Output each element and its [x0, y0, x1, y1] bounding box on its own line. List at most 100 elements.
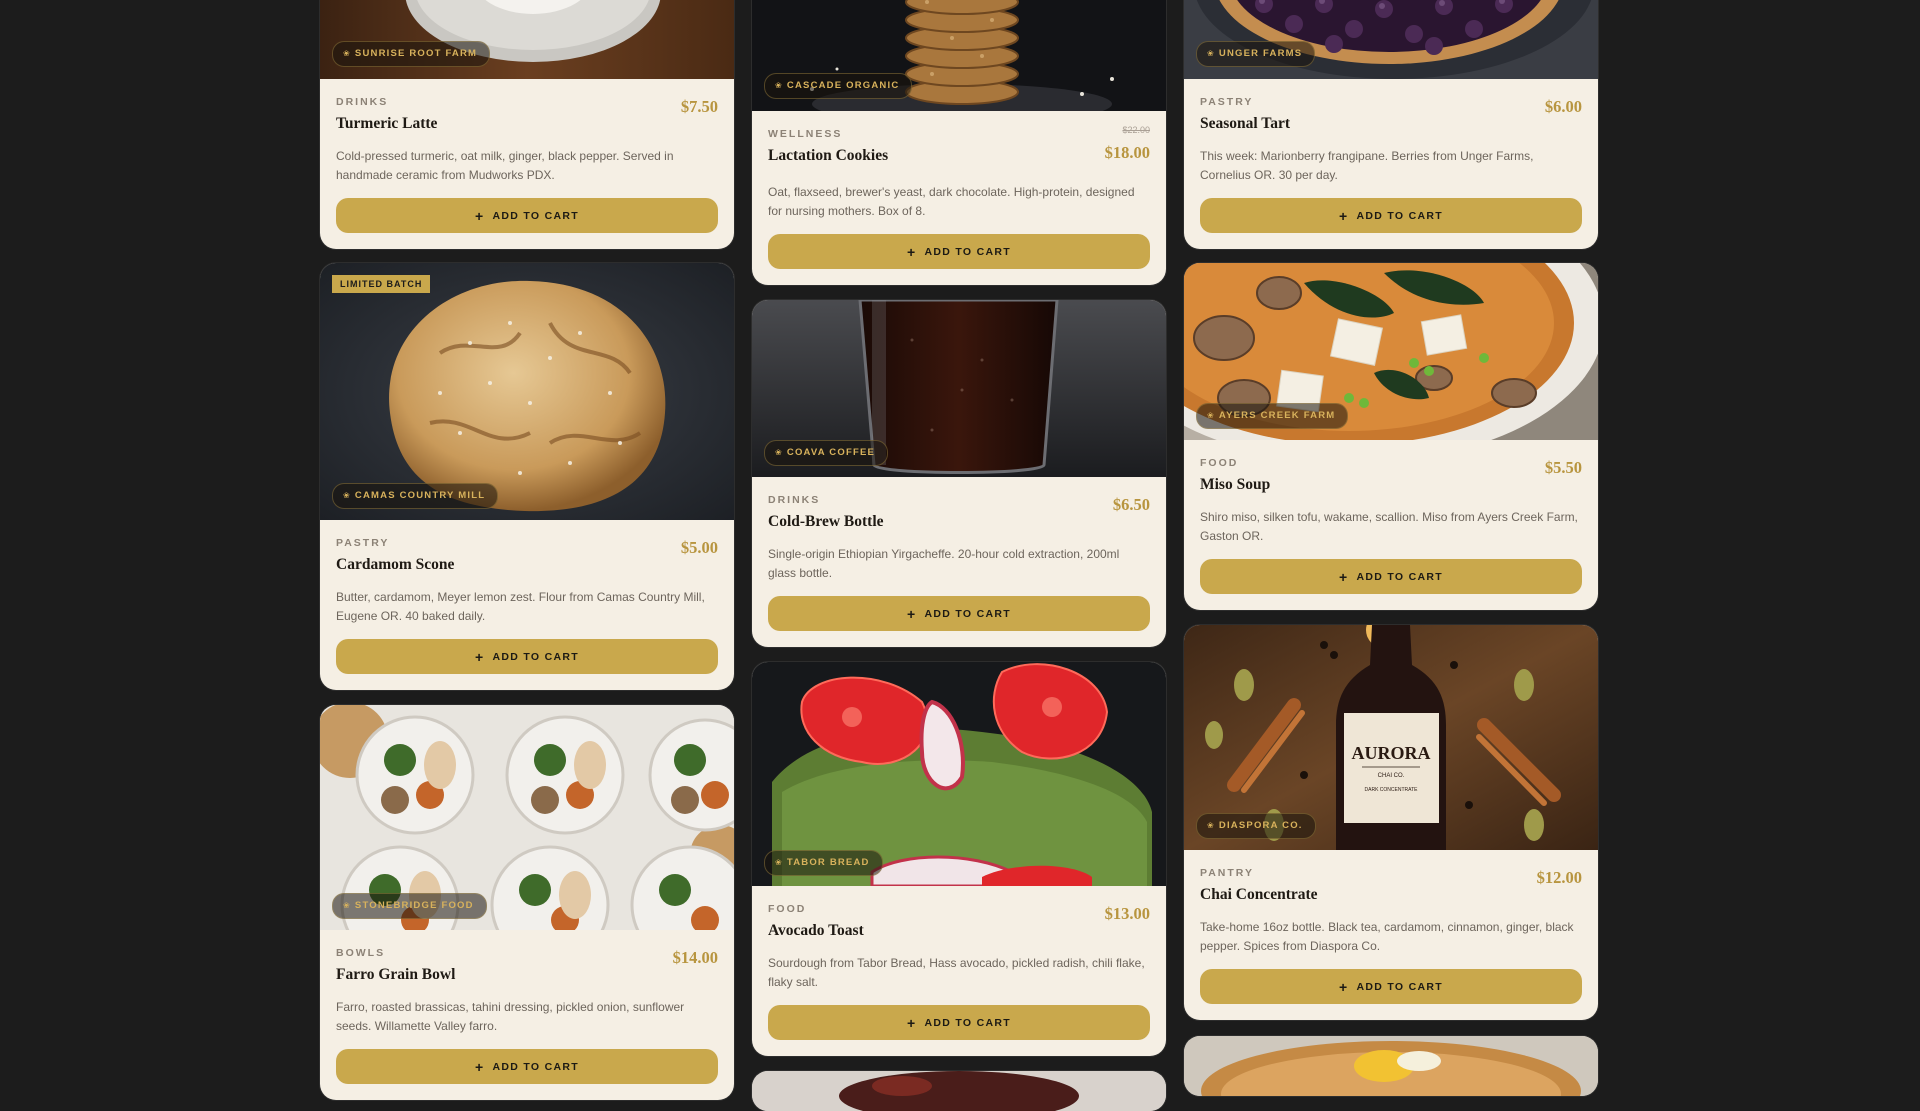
product-card-partial: [752, 1071, 1166, 1111]
product-description: Single-origin Ethiopian Yirgacheffe. 20-…: [768, 547, 1120, 580]
product-description: Cold-pressed turmeric, oat milk, ginger,…: [336, 149, 674, 182]
product-price: $13.00: [1104, 904, 1150, 923]
leaf-icon: ❀: [1207, 49, 1215, 58]
leaf-icon: ❀: [343, 49, 351, 58]
product-image: ❀ UNGER FARMS: [1184, 0, 1598, 79]
product-card: ❀ SUNRISE ROOT FARM DRINKS Turmeric Latte…: [320, 0, 734, 249]
bottle-line: DARK CONCENTRATE: [1365, 787, 1419, 793]
product-category: FOOD: [768, 903, 807, 915]
product-category: DRINKS: [336, 96, 389, 108]
product-name: Cold-Brew Bottle: [768, 513, 884, 530]
product-price: $18.00: [1104, 143, 1150, 162]
product-info: BOWLS Farro Grain Bowl $14.00 Farro, roa…: [320, 930, 734, 1100]
product-image: ❀ AYERS CREEK FARM: [1184, 263, 1598, 440]
product-category: PANTRY: [1200, 867, 1254, 879]
plus-icon: +: [907, 605, 917, 622]
plus-icon: +: [475, 1058, 485, 1075]
plus-icon: +: [475, 207, 485, 224]
supplier-badge: ❀ UNGER FARMS: [1196, 41, 1316, 67]
product-info: FOOD Miso Soup $5.50 Shiro miso, silken …: [1184, 440, 1598, 610]
product-info: PASTRY Cardamom Scone $5.00 Butter, card…: [320, 520, 734, 690]
product-category: PASTRY: [336, 537, 390, 549]
add-to-cart-button[interactable]: + ADD TO CART: [1200, 559, 1582, 594]
leaf-icon: ❀: [1207, 821, 1215, 830]
product-price: $6.00: [1544, 97, 1582, 116]
leaf-icon: ❀: [775, 858, 783, 867]
add-to-cart-button[interactable]: + ADD TO CART: [768, 596, 1150, 631]
product-info: PASTRY Seasonal Tart $6.00 This week: Ma…: [1184, 79, 1598, 249]
product-name: Farro Grain Bowl: [336, 966, 456, 983]
original-price: $22.00: [1122, 125, 1150, 135]
product-description: Oat, flaxseed, brewer's yeast, dark choc…: [768, 185, 1135, 218]
product-image: ❀ COAVA COFFEE: [752, 300, 1166, 477]
product-description: Take-home 16oz bottle. Black tea, cardam…: [1200, 920, 1574, 953]
product-card-partial: [1184, 1036, 1598, 1096]
leaf-icon: ❀: [1207, 411, 1215, 420]
product-card: ❀ CASCADE ORGANIC WELLNESS Lactation Cook…: [752, 0, 1166, 285]
leaf-icon: ❀: [343, 491, 351, 500]
product-price: $12.00: [1536, 868, 1582, 887]
plus-icon: +: [907, 243, 917, 260]
add-to-cart-button[interactable]: + ADD TO CART: [768, 1005, 1150, 1040]
add-to-cart-button[interactable]: + ADD TO CART: [336, 1049, 718, 1084]
product-info: FOOD Avocado Toast $13.00 Sourdough from…: [752, 886, 1166, 1056]
plus-icon: +: [1339, 207, 1349, 224]
product-image: ❀ TABOR BREAD: [752, 662, 1166, 886]
add-to-cart-button[interactable]: + ADD TO CART: [336, 198, 718, 233]
supplier-badge: ❀ COAVA COFFEE: [764, 440, 889, 466]
product-description: Butter, cardamom, Meyer lemon zest. Flou…: [336, 590, 705, 623]
add-to-cart-button[interactable]: + ADD TO CART: [1200, 198, 1582, 233]
product-price: $6.50: [1112, 495, 1150, 514]
product-name: Turmeric Latte: [336, 115, 438, 132]
limited-batch-badge: LIMITED BATCH: [332, 275, 431, 293]
bottle-sub: CHAI CO.: [1378, 773, 1405, 779]
product-name: Miso Soup: [1200, 476, 1271, 493]
plus-icon: +: [907, 1014, 917, 1031]
product-image: LIMITED BATCH ❀ CAMAS COUNTRY MILL: [320, 263, 734, 520]
plus-icon: +: [475, 648, 485, 665]
supplier-badge: ❀ SUNRISE ROOT FARM: [332, 41, 491, 67]
product-card: LIMITED BATCH ❀ CAMAS COUNTRY MILL PASTRY…: [320, 263, 734, 690]
product-image: AURORA CHAI CO. DARK CONCENTRATE ❀ DIASPO…: [1184, 625, 1598, 850]
product-category: WELLNESS: [768, 128, 843, 140]
product-image: ❀ CASCADE ORGANIC: [752, 0, 1166, 111]
add-to-cart-button[interactable]: + ADD TO CART: [768, 234, 1150, 269]
supplier-badge: ❀ DIASPORA CO.: [1196, 813, 1316, 839]
product-price: $7.50: [680, 97, 718, 116]
product-name: Lactation Cookies: [768, 147, 889, 164]
product-image: ❀ STONEBRIDGE FOOD: [320, 705, 734, 930]
leaf-icon: ❀: [775, 448, 783, 457]
plus-icon: +: [1339, 568, 1349, 585]
product-info: WELLNESS Lactation Cookies $22.00 $18.00…: [752, 111, 1166, 285]
product-info: DRINKS Turmeric Latte $7.50 Cold-pressed…: [320, 79, 734, 249]
product-price: $5.50: [1544, 458, 1582, 477]
leaf-icon: ❀: [343, 901, 351, 910]
product-category: BOWLS: [336, 947, 386, 959]
product-category: DRINKS: [768, 494, 821, 506]
product-name: Avocado Toast: [768, 922, 864, 939]
product-price: $5.00: [680, 538, 718, 557]
product-card: ❀ TABOR BREAD FOOD Avocado Toast $13.00 S…: [752, 662, 1166, 1056]
product-category: FOOD: [1200, 457, 1239, 469]
product-name: Chai Concentrate: [1200, 886, 1318, 903]
supplier-badge: ❀ STONEBRIDGE FOOD: [332, 893, 487, 919]
bottle-brand: AURORA: [1352, 743, 1431, 763]
product-description: Sourdough from Tabor Bread, Hass avocado…: [768, 956, 1145, 989]
supplier-badge: ❀ TABOR BREAD: [764, 850, 883, 876]
add-to-cart-button[interactable]: + ADD TO CART: [336, 639, 718, 674]
supplier-badge: ❀ CAMAS COUNTRY MILL: [332, 483, 499, 509]
leaf-icon: ❀: [775, 81, 783, 90]
product-category: PASTRY: [1200, 96, 1254, 108]
add-to-cart-button[interactable]: + ADD TO CART: [1200, 969, 1582, 1004]
product-info: PANTRY Chai Concentrate $12.00 Take-home…: [1184, 850, 1598, 1020]
product-name: Seasonal Tart: [1200, 115, 1291, 132]
product-name: Cardamom Scone: [336, 556, 455, 573]
product-image: [1184, 1036, 1598, 1096]
product-description: Farro, roasted brassicas, tahini dressin…: [336, 1000, 685, 1033]
product-description: Shiro miso, silken tofu, wakame, scallio…: [1200, 510, 1578, 543]
product-image: ❀ SUNRISE ROOT FARM: [320, 0, 734, 79]
product-card: AURORA CHAI CO. DARK CONCENTRATE ❀ DIASPO…: [1184, 625, 1598, 1020]
supplier-badge: ❀ AYERS CREEK FARM: [1196, 403, 1349, 429]
product-price: $14.00: [672, 948, 718, 967]
product-card: ❀ STONEBRIDGE FOOD BOWLS Farro Grain Bowl…: [320, 705, 734, 1100]
